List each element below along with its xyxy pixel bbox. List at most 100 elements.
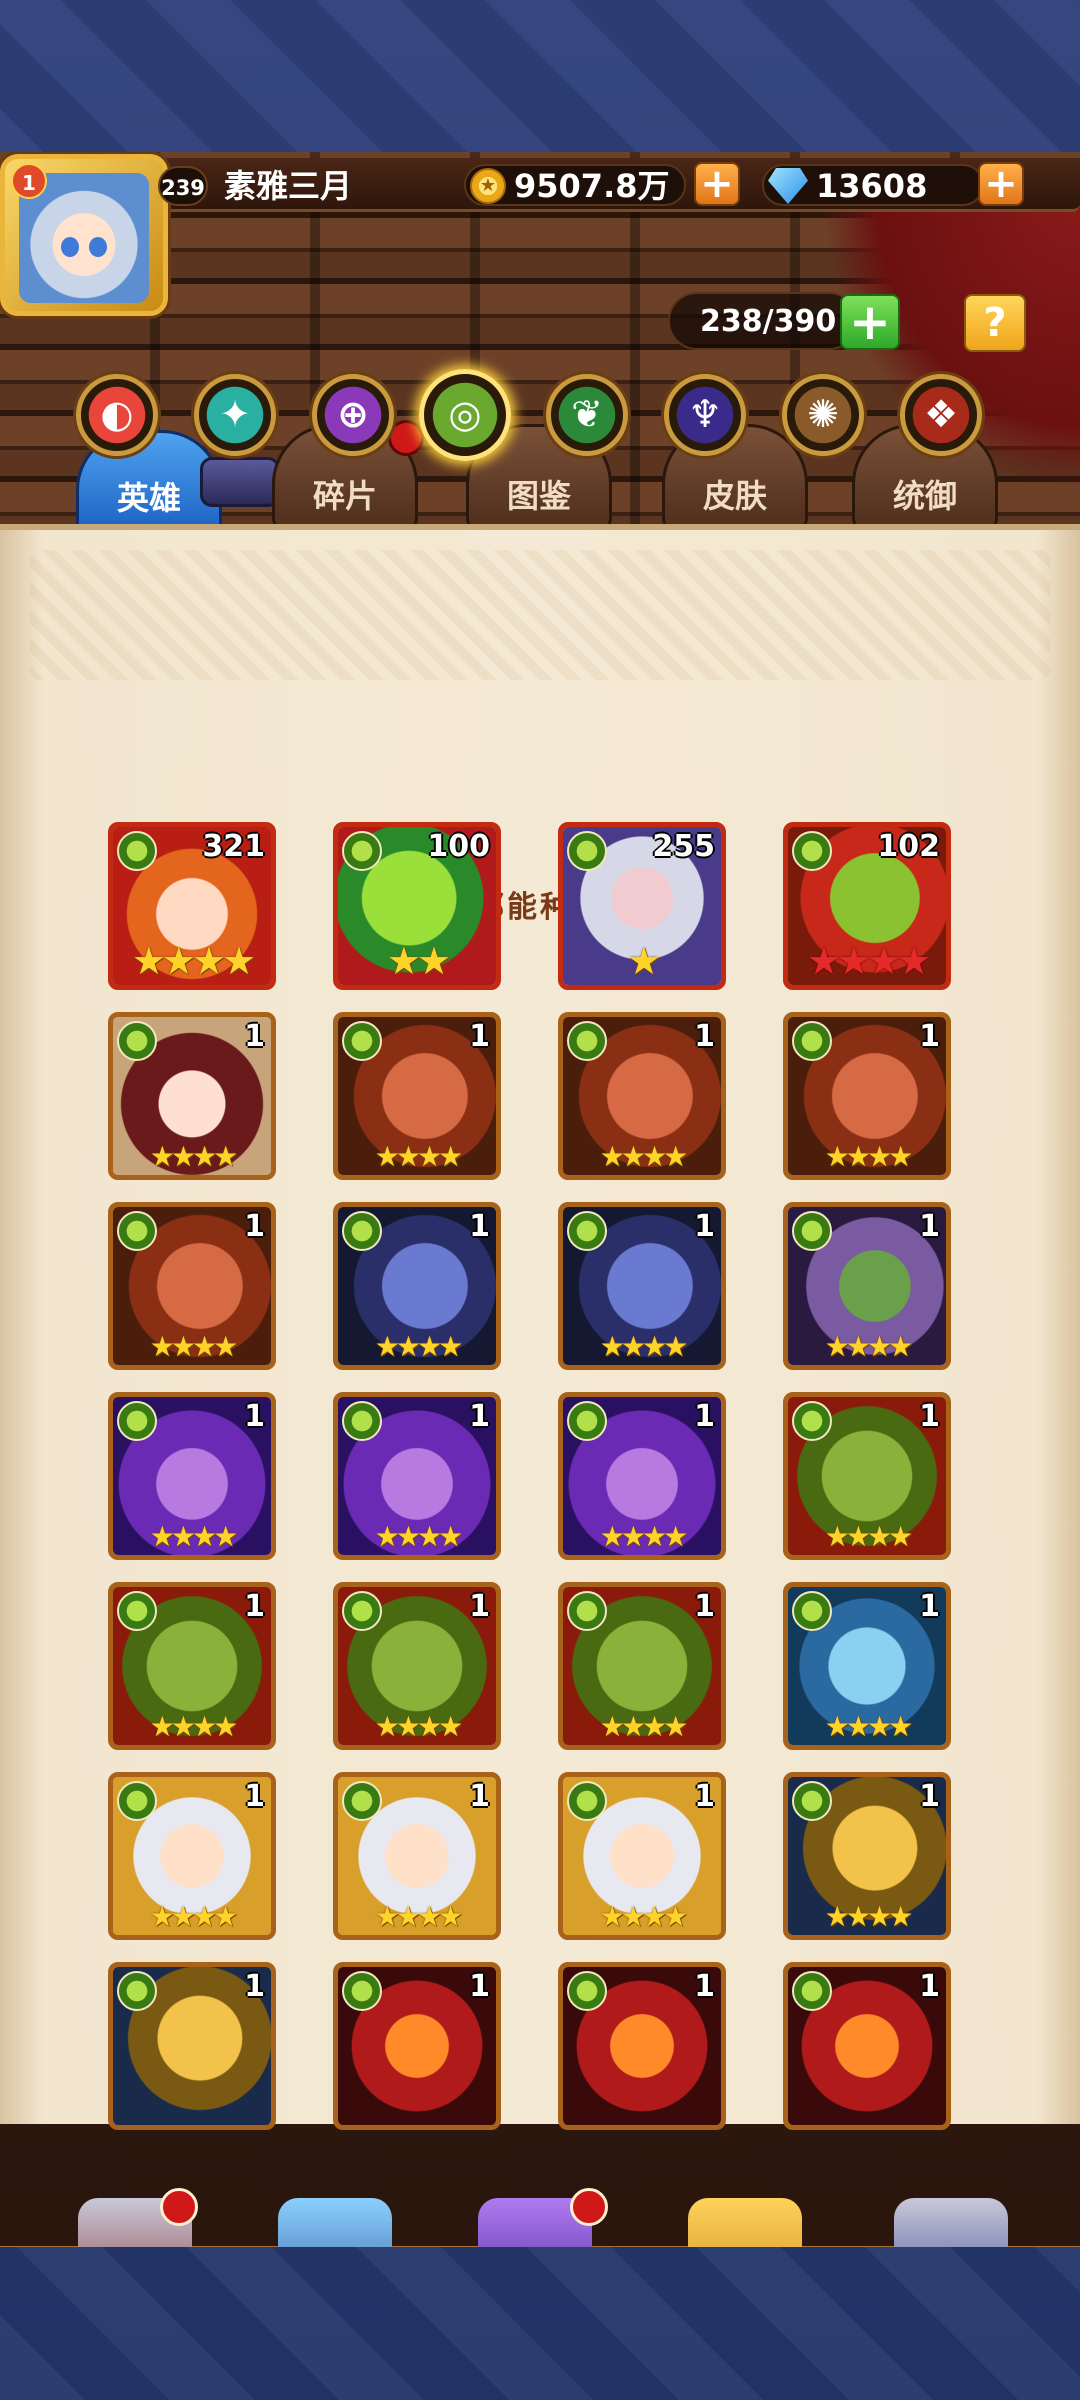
- hero-level: 1: [919, 1589, 940, 1624]
- fel-faction-badge-icon: [342, 1781, 382, 1821]
- hero-stars: ★★★★: [149, 1140, 238, 1173]
- alliance-icon[interactable]: ✦: [194, 374, 276, 456]
- fel-faction-badge-icon: [792, 831, 832, 871]
- fel-faction-badge-icon: [342, 1591, 382, 1631]
- hero-card[interactable]: 1: [108, 1962, 276, 2130]
- dark-icon[interactable]: ❖: [900, 374, 982, 456]
- hero-card[interactable]: 1 ★★★★: [333, 1582, 501, 1750]
- hero-stars: ★★★★: [824, 1330, 913, 1363]
- hero-stars: ★★★★: [599, 1710, 688, 1743]
- gold-coin-icon: ★: [470, 168, 506, 204]
- nav-heroes[interactable]: 英雄: [250, 2178, 420, 2247]
- notification-dot: [570, 2188, 608, 2226]
- hero-card[interactable]: 1 ★★★★: [783, 1012, 951, 1180]
- hero-card[interactable]: 1 ★★★★: [333, 1012, 501, 1180]
- hero-stars: ★★★★: [149, 1520, 238, 1553]
- player-name: 素雅三月: [224, 167, 353, 205]
- hero-card[interactable]: 1 ★★★★: [783, 1392, 951, 1560]
- hero-level: 1: [919, 1209, 940, 1244]
- nav-explore[interactable]: 探险: [450, 2178, 620, 2247]
- hero-card[interactable]: 1 ★★★★: [333, 1202, 501, 1370]
- hero-card[interactable]: 1 ★★★★: [108, 1202, 276, 1370]
- hero-card[interactable]: 1 ★★★★: [108, 1582, 276, 1750]
- fel-faction-badge-icon: [792, 1401, 832, 1441]
- fel-faction-badge-icon: [567, 1021, 607, 1061]
- add-diamond-button[interactable]: +: [978, 162, 1024, 206]
- nav-main-city[interactable]: 主城: [50, 2178, 220, 2247]
- tab-label: 皮肤: [702, 477, 767, 515]
- hero-level: 1: [919, 1399, 940, 1434]
- hero-card[interactable]: 1 ★★★★: [108, 1772, 276, 1940]
- nav-guild[interactable]: 公会: [866, 2178, 1036, 2247]
- hero-card[interactable]: 1 ★★★★: [558, 1582, 726, 1750]
- shadow-icon[interactable]: ♆: [664, 374, 746, 456]
- hero-card[interactable]: 102 ★★★★: [783, 822, 951, 990]
- faction-glyph: ⊕: [337, 392, 369, 436]
- fel-faction-badge-icon: [342, 831, 382, 871]
- hero-card[interactable]: 1 ★★★★: [333, 1772, 501, 1940]
- hero-card[interactable]: 1 ★★★★: [558, 1202, 726, 1370]
- expand-capacity-button[interactable]: +: [840, 294, 900, 350]
- hero-card[interactable]: 1 ★★★★: [108, 1012, 276, 1180]
- hero-card[interactable]: 1 ★★★★: [333, 1392, 501, 1560]
- undead-icon[interactable]: ⊕: [312, 374, 394, 456]
- nature-icon[interactable]: ❦: [546, 374, 628, 456]
- hero-card[interactable]: 1 ★★★★: [558, 1012, 726, 1180]
- fel-faction-badge-icon: [567, 1401, 607, 1441]
- bottom-navigation: 主城英雄探险背包公会: [0, 2188, 1080, 2247]
- hero-level: 1: [469, 1589, 490, 1624]
- hero-level: 1: [919, 1969, 940, 2004]
- hero-card[interactable]: 1 ★★★★: [558, 1772, 726, 1940]
- tab-label: 碎片: [312, 477, 377, 515]
- light-icon[interactable]: ✺: [782, 374, 864, 456]
- faction-glyph: ❦: [571, 392, 603, 436]
- fel-faction-badge-icon: [792, 1211, 832, 1251]
- hero-stars: ★★★★: [374, 1710, 463, 1743]
- fel-faction-badge-icon: [117, 1401, 157, 1441]
- diamond-amount: 13608: [816, 167, 928, 205]
- fel-faction-badge-icon: [342, 1401, 382, 1441]
- hero-stars: ★★★★: [149, 1330, 238, 1363]
- hero-card[interactable]: 1 ★★★★: [783, 1202, 951, 1370]
- fel-faction-badge-icon: [792, 1591, 832, 1631]
- fel-faction-badge-icon: [567, 1211, 607, 1251]
- hero-card[interactable]: 255 ★: [558, 822, 726, 990]
- scroll-decoration: [200, 457, 280, 507]
- player-avatar[interactable]: 1: [0, 154, 168, 316]
- hero-card[interactable]: 321 ★★★★: [108, 822, 276, 990]
- hero-stars: ★★★★: [824, 1900, 913, 1933]
- hero-stars: ★★★★: [824, 1710, 913, 1743]
- hero-stars: ★★★★: [374, 1330, 463, 1363]
- screen: 1 239 素雅三月 ★ 9507.8万 + 13608 + 238/390 +…: [0, 0, 1080, 2400]
- game-area: 1 239 素雅三月 ★ 9507.8万 + 13608 + 238/390 +…: [0, 152, 1080, 2247]
- add-gold-button[interactable]: +: [694, 162, 740, 206]
- hero-level: 1: [919, 1779, 940, 1814]
- faction-glyph: ◎: [448, 392, 482, 436]
- fel-faction-badge-icon: [117, 1591, 157, 1631]
- hero-card[interactable]: 1: [558, 1962, 726, 2130]
- hero-level: 1: [469, 1399, 490, 1434]
- hero-level: 1: [244, 1589, 265, 1624]
- hero-icon: [278, 2198, 392, 2247]
- help-button[interactable]: ?: [964, 294, 1026, 352]
- nav-backpack[interactable]: 背包: [660, 2178, 830, 2247]
- all-factions-icon[interactable]: ◐: [76, 374, 158, 456]
- hero-card[interactable]: 1 ★★★★: [783, 1772, 951, 1940]
- hero-stars: ★★★★: [374, 1140, 463, 1173]
- hero-card[interactable]: 1 ★★★★: [108, 1392, 276, 1560]
- fel-horde-icon[interactable]: ◎: [419, 369, 511, 461]
- hero-stars: ★★: [386, 939, 451, 983]
- hero-level: 255: [652, 829, 715, 864]
- fel-faction-badge-icon: [117, 1781, 157, 1821]
- faction-glyph: ♆: [687, 392, 723, 436]
- hero-card[interactable]: 1: [333, 1962, 501, 2130]
- hero-card[interactable]: 1 ★★★★: [558, 1392, 726, 1560]
- hero-card[interactable]: 1: [783, 1962, 951, 2130]
- fel-faction-badge-icon: [567, 831, 607, 871]
- hero-stars: ★★★★: [131, 939, 256, 983]
- hero-card[interactable]: 1 ★★★★: [783, 1582, 951, 1750]
- hero-level: 1: [244, 1019, 265, 1054]
- hero-card[interactable]: 100 ★★: [333, 822, 501, 990]
- notification-dot: [160, 2188, 198, 2226]
- hero-stars: ★★★★: [599, 1330, 688, 1363]
